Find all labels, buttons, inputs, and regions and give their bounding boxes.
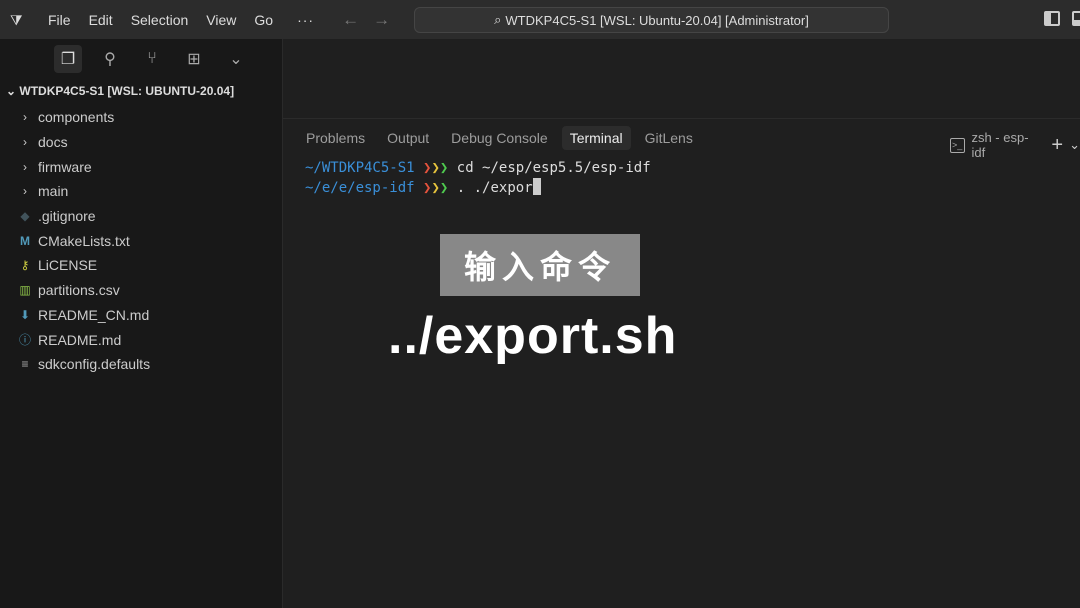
item-label: README_CN.md — [38, 306, 150, 323]
workspace-root-label: WTDKP4C5-S1 [WSL: UBUNTU-20.04] — [19, 84, 235, 98]
back-arrow-icon[interactable]: ← — [342, 10, 359, 30]
item-label: partitions.csv — [38, 282, 120, 299]
menu-edit[interactable]: Edit — [89, 12, 113, 28]
terminal-output[interactable]: ~/WTDKP4C5-S1 ❯❯❯ cd ~/esp/esp5.5/esp-id… — [305, 158, 651, 198]
menu-file[interactable]: File — [48, 12, 71, 28]
terminal-icon: >_ — [950, 137, 966, 153]
prompt-arrows-icon: ❯❯❯ — [423, 160, 449, 176]
terminal-line: ~/e/e/esp-idf ❯❯❯ . ./expor — [305, 178, 651, 198]
file-cmakelists[interactable]: M CMakeLists.txt — [0, 228, 283, 253]
lines-icon: ≡ — [21, 357, 29, 372]
file-readme-cn[interactable]: ⬇ README_CN.md — [0, 303, 283, 328]
terminal-selector[interactable]: >_ zsh - esp-idf + ⌄ — [950, 130, 1080, 160]
terminal-cursor — [532, 178, 541, 195]
forward-arrow-icon[interactable]: → — [373, 10, 390, 30]
item-label: components — [38, 109, 115, 126]
file-readme[interactable]: ⓘ README.md — [0, 327, 283, 352]
prompt-arrows-icon: ❯❯❯ — [423, 180, 449, 196]
tab-problems[interactable]: Problems — [298, 126, 373, 150]
license-icon: ⚷ — [20, 258, 30, 273]
source-control-icon[interactable]: ⑂ — [138, 45, 166, 73]
folder-docs[interactable]: › docs — [0, 130, 283, 155]
caption-command: ../export.sh — [388, 307, 678, 365]
tab-debug-console[interactable]: Debug Console — [443, 126, 556, 150]
tab-gitlens[interactable]: GitLens — [637, 126, 701, 150]
more-menu-button[interactable]: ··· — [297, 12, 314, 28]
command-text: . ./expor — [456, 180, 533, 196]
workspace-root[interactable]: ⌄ WTDKP4C5-S1 [WSL: UBUNTU-20.04] — [6, 84, 234, 98]
prompt-path: ~/e/e/esp-idf — [305, 180, 415, 196]
menu-selection[interactable]: Selection — [131, 12, 189, 28]
chevron-right-icon: › — [23, 159, 27, 174]
prompt-path: ~/WTDKP4C5-S1 — [305, 160, 415, 176]
item-label: LiCENSE — [38, 257, 98, 274]
menu-go[interactable]: Go — [254, 12, 273, 28]
chevron-right-icon: › — [23, 110, 27, 125]
search-icon: ⌕ — [494, 12, 502, 27]
item-label: sdkconfig.defaults — [38, 356, 151, 373]
folder-components[interactable]: › components — [0, 105, 283, 130]
command-text: cd ~/esp/esp5.5/esp-idf — [456, 160, 651, 176]
folder-main[interactable]: › main — [0, 179, 283, 204]
tab-terminal[interactable]: Terminal — [561, 126, 631, 150]
file-gitignore[interactable]: ◆ .gitignore — [0, 204, 283, 229]
file-sdkconfig-defaults[interactable]: ≡ sdkconfig.defaults — [0, 352, 283, 377]
cmake-icon: M — [20, 233, 30, 248]
git-icon: ◆ — [20, 209, 30, 224]
terminal-line: ~/WTDKP4C5-S1 ❯❯❯ cd ~/esp/esp5.5/esp-id… — [305, 158, 651, 178]
app-logo-icon: ⧩ — [10, 11, 23, 28]
item-label: README.md — [38, 331, 122, 348]
title-bar: ⧩ File Edit Selection View Go ··· ← → ⌕ … — [0, 0, 1080, 39]
item-label: CMakeLists.txt — [38, 232, 130, 249]
item-label: docs — [38, 134, 68, 151]
chevron-right-icon: › — [23, 135, 27, 150]
explorer-icon[interactable]: ❐ — [54, 45, 82, 73]
caption-box: 输入命令 — [440, 234, 640, 296]
terminal-name: zsh - esp-idf — [971, 130, 1029, 160]
new-terminal-plus-icon[interactable]: + — [1051, 134, 1063, 157]
chevron-down-icon[interactable]: ⌄ — [222, 45, 250, 73]
command-center-search[interactable]: ⌕ WTDKP4C5-S1 [WSL: Ubuntu-20.04] [Admin… — [414, 7, 889, 33]
csv-icon: ▥ — [19, 283, 31, 298]
extensions-icon[interactable]: ⊞ — [180, 45, 208, 73]
file-partitions[interactable]: ▥ partitions.csv — [0, 278, 283, 303]
toggle-panel-icon[interactable] — [1072, 11, 1080, 26]
tab-output[interactable]: Output — [379, 126, 437, 150]
menu-view[interactable]: View — [206, 12, 236, 28]
toggle-sidebar-icon[interactable] — [1044, 11, 1060, 26]
item-label: main — [38, 183, 69, 200]
info-icon: ⓘ — [18, 333, 31, 348]
command-center-label: WTDKP4C5-S1 [WSL: Ubuntu-20.04] [Adminis… — [505, 12, 809, 28]
panel-divider — [283, 118, 1080, 119]
chevron-down-icon[interactable]: ⌄ — [1069, 137, 1080, 153]
item-label: firmware — [38, 158, 92, 175]
search-view-icon[interactable]: ⚲ — [96, 45, 124, 73]
chevron-right-icon: › — [23, 184, 27, 199]
explorer-sidebar: ❐ ⚲ ⑂ ⊞ ⌄ ⌄ WTDKP4C5-S1 [WSL: UBUNTU-20.… — [0, 39, 283, 608]
panel-tabs: Problems Output Debug Console Terminal G… — [298, 126, 707, 150]
item-label: .gitignore — [38, 208, 96, 225]
markdown-download-icon: ⬇ — [19, 307, 31, 322]
file-license[interactable]: ⚷ LiCENSE — [0, 253, 283, 278]
folder-firmware[interactable]: › firmware — [0, 154, 283, 179]
